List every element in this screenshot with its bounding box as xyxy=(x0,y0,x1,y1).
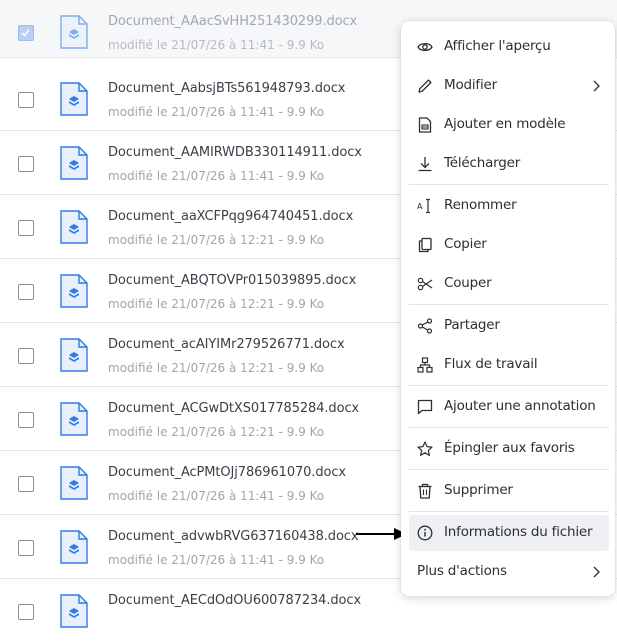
row-checkbox[interactable] xyxy=(18,92,34,108)
menu-separator xyxy=(409,511,609,512)
menu-item-favorite[interactable]: Épingler aux favoris xyxy=(409,431,609,467)
file-meta: modifié le 21/07/26 à 11:41 - 9.9 Ko xyxy=(108,553,325,567)
file-meta: modifié le 21/07/26 à 12:21 - 9.9 Ko xyxy=(108,297,325,311)
file-name[interactable]: Document_AAacSvHH251430299.docx xyxy=(108,14,357,29)
menu-item-workflow[interactable]: Flux de travail xyxy=(409,347,609,383)
menu-item-rename[interactable]: A Renommer xyxy=(409,188,609,224)
download-icon xyxy=(418,157,432,172)
comment-icon xyxy=(417,399,433,415)
file-name[interactable]: Document_AcPMtOJj786961070.docx xyxy=(108,465,346,480)
menu-item-copy[interactable]: Copier xyxy=(409,227,609,263)
copy-icon xyxy=(418,237,432,253)
file-name[interactable]: Document_AECdOdOU600787234.docx xyxy=(108,593,361,608)
info-icon xyxy=(417,525,433,541)
menu-item-more-actions[interactable]: Plus d'actions xyxy=(409,554,609,590)
docx-file-icon xyxy=(60,210,88,244)
menu-item-label: Renommer xyxy=(444,197,517,213)
menu-item-file-info[interactable]: Informations du fichier xyxy=(409,515,609,551)
check-icon xyxy=(21,29,30,37)
menu-item-label: Flux de travail xyxy=(444,356,538,372)
row-checkbox[interactable] xyxy=(18,25,34,41)
file-name[interactable]: Document_AabsjBTs561948793.docx xyxy=(108,81,345,96)
trash-icon xyxy=(418,483,432,499)
row-checkbox[interactable] xyxy=(18,540,34,556)
svg-text:A: A xyxy=(417,202,423,211)
chevron-right-icon xyxy=(593,566,600,578)
menu-item-label: Informations du fichier xyxy=(444,524,593,540)
menu-item-delete[interactable]: Supprimer xyxy=(409,473,609,509)
file-name[interactable]: Document_aaXCFPqg964740451.docx xyxy=(108,209,353,224)
menu-item-label: Télécharger xyxy=(444,155,521,171)
file-meta: modifié le 21/07/26 à 12:21 - 9.9 Ko xyxy=(108,425,325,439)
share-icon xyxy=(417,318,433,334)
menu-separator xyxy=(409,427,609,428)
scissors-icon xyxy=(417,277,433,291)
menu-item-label: Modifier xyxy=(444,77,497,93)
docx-file-icon xyxy=(60,274,88,308)
file-name[interactable]: Document_acAIYIMr279526771.docx xyxy=(108,337,345,352)
file-meta: modifié le 21/07/26 à 11:41 - 9.9 Ko xyxy=(108,489,325,503)
docx-file-icon xyxy=(60,338,88,372)
menu-item-label: Afficher l'aperçu xyxy=(444,38,551,54)
file-name[interactable]: Document_ABQTOVPr015039895.docx xyxy=(108,273,356,288)
menu-item-label: Couper xyxy=(444,275,492,291)
menu-item-add-template[interactable]: Ajouter en modèle xyxy=(409,107,609,143)
menu-item-cut[interactable]: Couper xyxy=(409,266,609,302)
row-checkbox[interactable] xyxy=(18,412,34,428)
docx-file-icon xyxy=(60,466,88,500)
docx-file-icon xyxy=(60,146,88,180)
menu-item-label: Épingler aux favoris xyxy=(444,440,575,456)
menu-item-label: Copier xyxy=(444,236,487,252)
docx-file-icon xyxy=(60,82,88,116)
row-checkbox[interactable] xyxy=(18,604,34,620)
workflow-icon xyxy=(417,357,433,373)
menu-separator xyxy=(409,304,609,305)
rename-icon: A xyxy=(417,198,430,214)
menu-item-label: Supprimer xyxy=(444,482,513,498)
menu-item-label: Partager xyxy=(444,317,500,333)
menu-item-edit[interactable]: Modifier xyxy=(409,68,609,104)
menu-item-download[interactable]: Télécharger xyxy=(409,146,609,182)
menu-item-preview[interactable]: Afficher l'aperçu xyxy=(409,29,609,65)
file-meta: modifié le 21/07/26 à 11:41 - 9.9 Ko xyxy=(108,169,325,183)
menu-item-label: Ajouter une annotation xyxy=(444,398,596,414)
menu-separator xyxy=(409,385,609,386)
file-name[interactable]: Document_AAMIRWDB330114911.docx xyxy=(108,145,362,160)
row-checkbox[interactable] xyxy=(18,156,34,172)
menu-separator xyxy=(409,184,609,185)
docx-file-icon xyxy=(60,15,88,49)
file-meta: modifié le 21/07/26 à 11:41 - 9.9 Ko xyxy=(108,38,325,52)
chevron-right-icon xyxy=(593,80,600,92)
menu-item-annotate[interactable]: Ajouter une annotation xyxy=(409,389,609,425)
menu-item-label: Ajouter en modèle xyxy=(444,116,566,132)
row-checkbox[interactable] xyxy=(18,348,34,364)
eye-icon xyxy=(417,42,433,52)
menu-item-share[interactable]: Partager xyxy=(409,308,609,344)
file-meta: modifié le 21/07/26 à 12:21 - 9.9 Ko xyxy=(108,233,325,247)
docx-file-icon xyxy=(60,402,88,436)
file-name[interactable]: Document_ACGwDtXS017785284.docx xyxy=(108,401,359,416)
file-meta: modifié le 21/07/26 à 12:21 - 9.9 Ko xyxy=(108,361,325,375)
pencil-icon xyxy=(418,79,432,93)
docx-file-icon xyxy=(60,530,88,564)
docx-file-icon xyxy=(60,594,88,628)
context-menu: Afficher l'aperçu Modifier Ajouter en mo… xyxy=(401,21,615,596)
row-checkbox[interactable] xyxy=(18,476,34,492)
star-icon xyxy=(417,441,433,456)
file-name[interactable]: Document_advwbRVG637160438.docx xyxy=(108,529,359,544)
menu-item-label: Plus d'actions xyxy=(417,563,507,579)
row-checkbox[interactable] xyxy=(18,220,34,236)
file-meta: modifié le 21/07/26 à 11:41 - 9.9 Ko xyxy=(108,105,325,119)
row-checkbox[interactable] xyxy=(18,284,34,300)
menu-separator xyxy=(409,469,609,470)
template-icon xyxy=(418,117,432,133)
